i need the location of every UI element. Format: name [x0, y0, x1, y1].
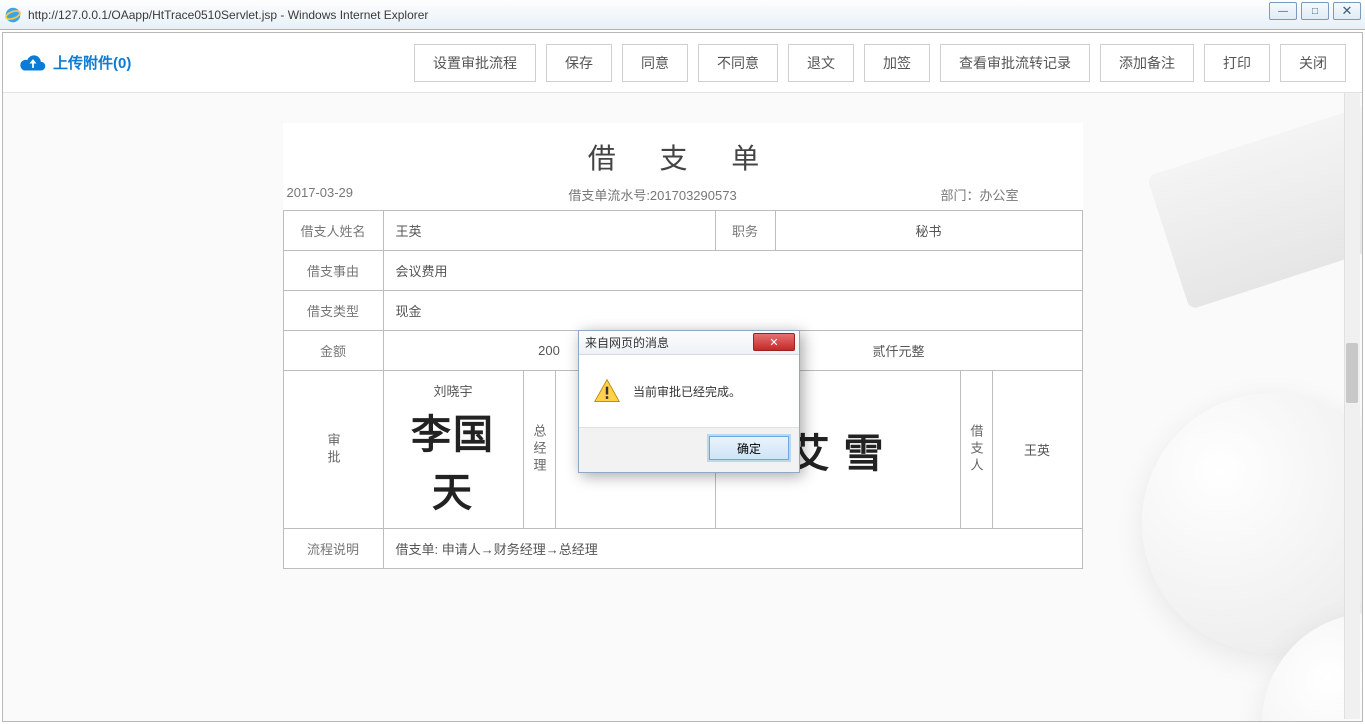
window-maximize-button[interactable]: □ — [1301, 2, 1329, 20]
ie-icon — [4, 6, 22, 24]
message-dialog: 来自网页的消息 ✕ 当前审批已经完成。 确定 — [578, 330, 800, 473]
warning-icon — [593, 377, 621, 405]
browser-title-bar: http://127.0.0.1/OAapp/HtTrace0510Servle… — [0, 0, 1365, 30]
browser-title-text: http://127.0.0.1/OAapp/HtTrace0510Servle… — [28, 8, 428, 22]
close-icon: ✕ — [769, 336, 778, 349]
window-close-button[interactable]: ✕ — [1333, 2, 1361, 20]
window-minimize-button[interactable]: — — [1269, 2, 1297, 20]
dialog-footer: 确定 — [579, 427, 799, 472]
dialog-close-button[interactable]: ✕ — [753, 333, 795, 351]
dialog-title-text: 来自网页的消息 — [585, 334, 669, 351]
dialog-title-bar[interactable]: 来自网页的消息 ✕ — [579, 331, 799, 355]
window-controls: — □ ✕ — [1269, 2, 1361, 20]
dialog-message: 当前审批已经完成。 — [633, 383, 741, 400]
app-frame: 上传附件(0) 设置审批流程 保存 同意 不同意 退文 加签 查看审批流转记录 … — [2, 32, 1363, 722]
dialog-body: 当前审批已经完成。 — [579, 355, 799, 427]
dialog-ok-button[interactable]: 确定 — [709, 436, 789, 460]
